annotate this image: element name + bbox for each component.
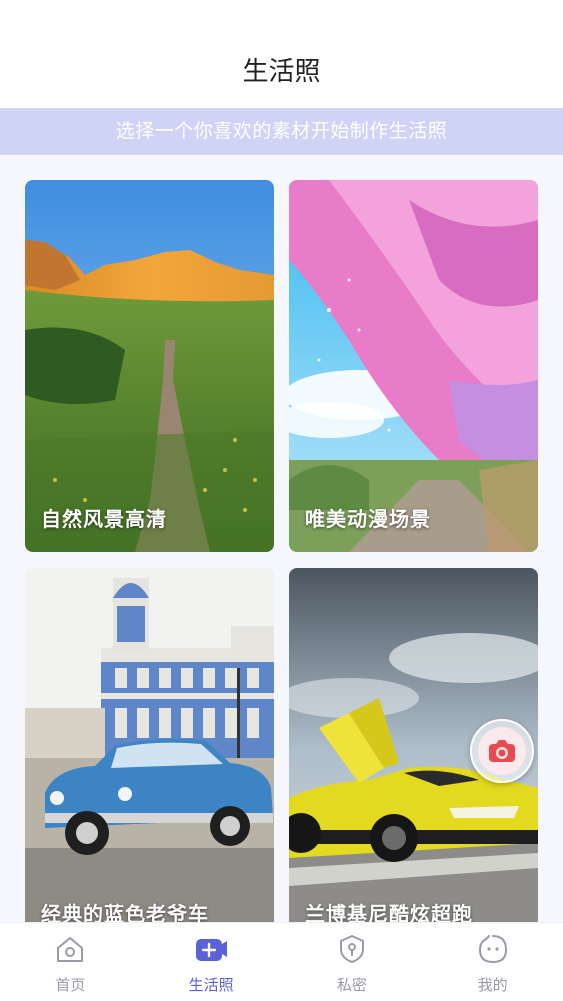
tab-mine[interactable]: 我的 xyxy=(422,923,563,1001)
card-label: 唯美动漫场景 xyxy=(305,507,431,531)
page-title: 生活照 xyxy=(242,57,321,87)
template-card-classic-car[interactable]: 经典的蓝色老爷车 xyxy=(25,568,274,923)
card-label: 经典的蓝色老爷车 xyxy=(41,902,209,923)
bottom-tab-bar: 首页 生活照 私密 我的 xyxy=(0,922,563,1001)
home-icon xyxy=(53,933,87,965)
template-grid: 自然风景高清 唯美动漫场景 经典的蓝色老爷车 兰博基尼酷炫超跑 xyxy=(0,155,563,923)
template-card-anime[interactable]: 唯美动漫场景 xyxy=(289,180,538,552)
camera-button[interactable] xyxy=(470,719,534,783)
photo-plus-icon xyxy=(194,933,228,965)
header: 生活照 xyxy=(0,0,563,108)
tab-label: 我的 xyxy=(477,976,508,994)
card-label: 兰博基尼酷炫超跑 xyxy=(305,902,473,923)
shield-icon xyxy=(335,933,369,965)
template-card-nature[interactable]: 自然风景高清 xyxy=(25,180,274,552)
tab-label: 首页 xyxy=(55,976,86,994)
hint-banner: 选择一个你喜欢的素材开始制作生活照 xyxy=(0,108,563,155)
nature-landscape-image xyxy=(25,180,274,552)
card-label: 自然风景高清 xyxy=(41,507,167,531)
tab-label: 私密 xyxy=(336,976,367,994)
camera-icon xyxy=(478,727,526,775)
classic-car-image xyxy=(25,568,274,923)
anime-scene-image xyxy=(289,180,538,552)
tab-life-photo[interactable]: 生活照 xyxy=(141,923,282,1001)
face-icon xyxy=(476,933,510,965)
tab-private[interactable]: 私密 xyxy=(282,923,423,1001)
tab-home[interactable]: 首页 xyxy=(0,923,141,1001)
tab-label: 生活照 xyxy=(188,976,234,994)
